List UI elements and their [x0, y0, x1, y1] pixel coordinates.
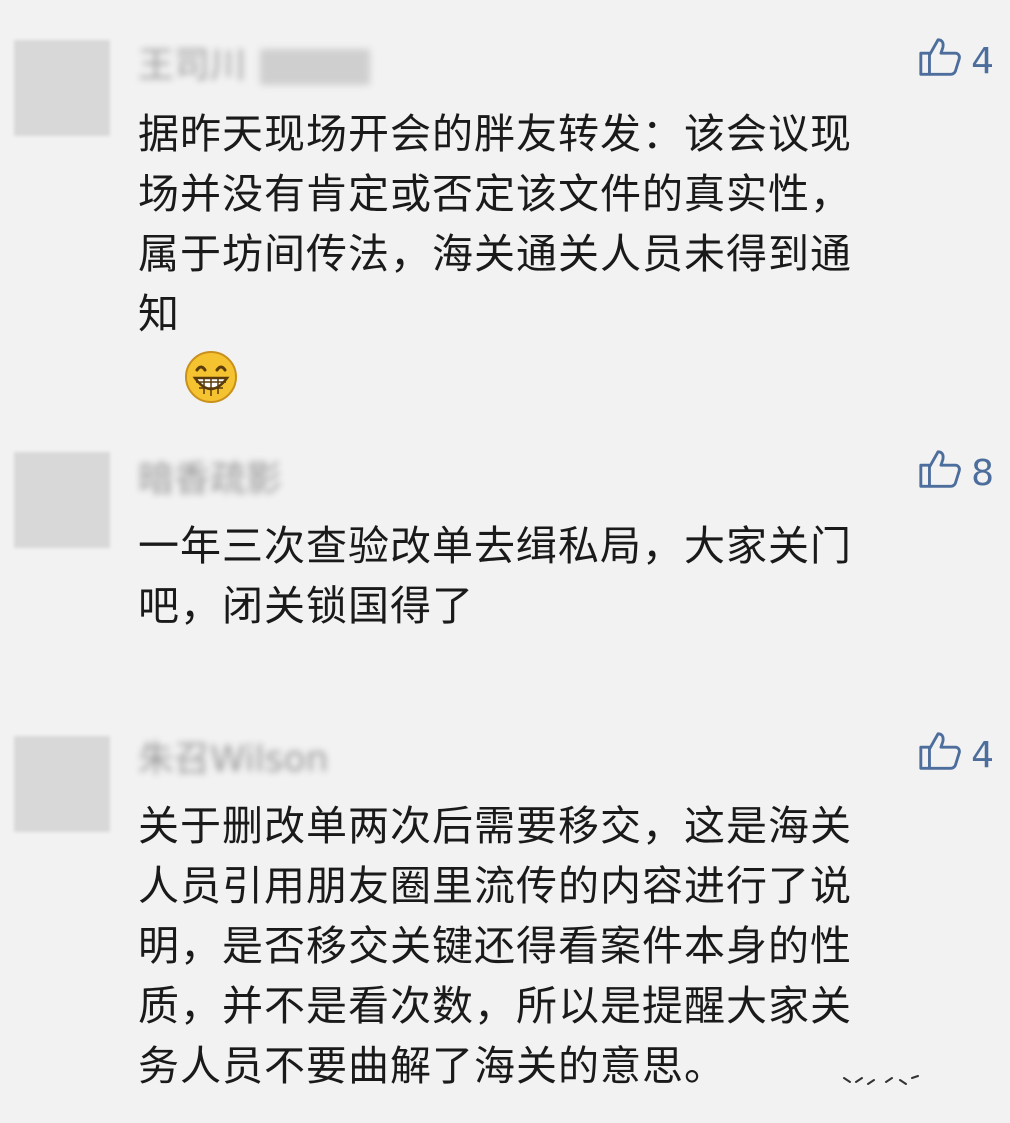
avatar[interactable] — [14, 736, 110, 832]
comment-body: 关于删改单两次后需要移交，这是海关 人员引用朋友圈里流传的内容进行了说 明，是否… — [138, 802, 852, 1090]
thumbs-up-icon — [917, 728, 963, 785]
comment-body: 一年三次查验改单去缉私局，大家关门 吧，闭关锁国得了 — [138, 522, 852, 630]
grinning-face-icon — [184, 290, 238, 403]
comment-text: 据昨天现场开会的胖友转发：该会议现 场并没有肯定或否定该文件的真实性， 属于坊间… — [138, 104, 998, 403]
like-button[interactable]: 8 — [917, 449, 994, 496]
comment-text: 关于删改单两次后需要移交，这是海关 人员引用朋友圈里流传的内容进行了说 明，是否… — [138, 796, 998, 1096]
thumbs-up-icon — [917, 446, 963, 503]
like-button[interactable]: 4 — [917, 37, 994, 84]
avatar[interactable] — [14, 452, 110, 548]
commenter-name[interactable]: 王司川 — [138, 45, 371, 86]
like-button[interactable]: 4 — [917, 731, 994, 778]
comment-body: 据昨天现场开会的胖友转发：该会议现 场并没有肯定或否定该文件的真实性， 属于坊间… — [138, 110, 852, 338]
commenter-name-text: 暗香疏影 — [138, 459, 283, 500]
like-count: 4 — [971, 41, 994, 82]
like-count: 4 — [971, 735, 994, 776]
commenter-name[interactable]: 朱召Wilson — [138, 740, 328, 780]
comment-text: 一年三次查验改单去缉私局，大家关门 吧，闭关锁国得了 — [138, 516, 998, 636]
like-count: 8 — [971, 453, 994, 494]
commenter-name-text: 朱召Wilson — [138, 739, 329, 780]
decorative-dots — [843, 1075, 919, 1085]
avatar[interactable] — [14, 40, 110, 136]
thumbs-up-icon — [917, 34, 963, 91]
name-tag — [260, 49, 371, 85]
commenter-name[interactable]: 暗香疏影 — [138, 460, 282, 500]
commenter-name-text: 王司川 — [138, 45, 247, 86]
